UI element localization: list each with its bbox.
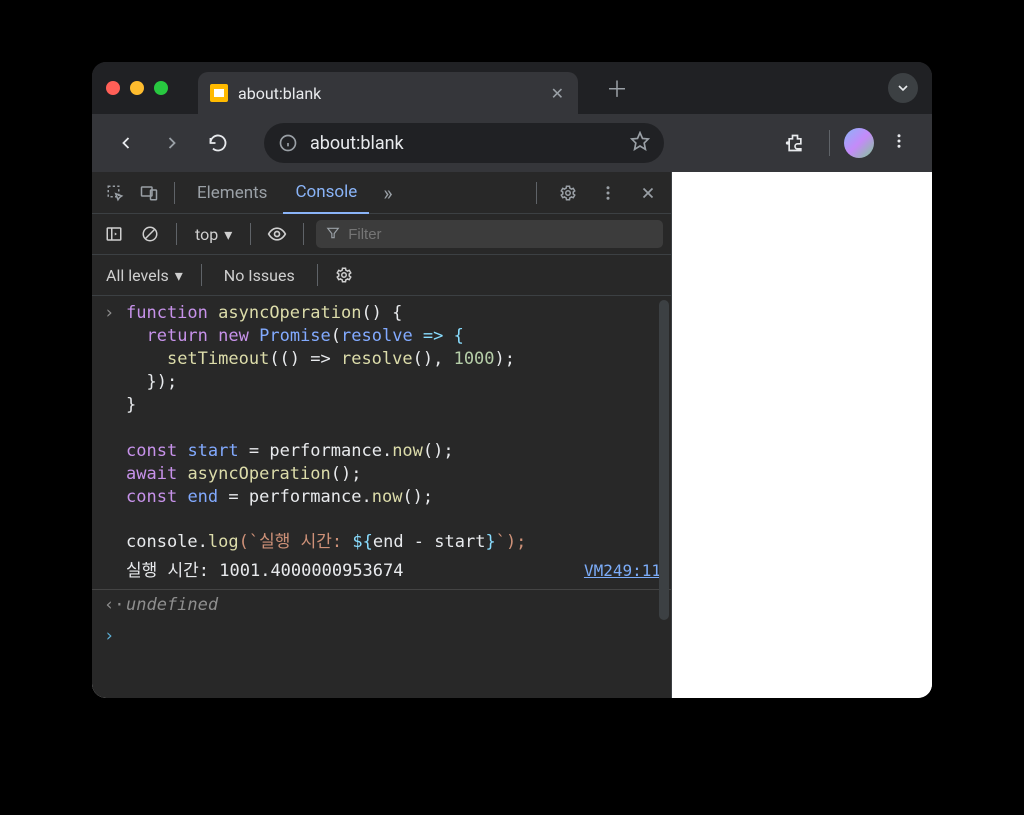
device-toolbar-icon[interactable]: [134, 178, 164, 208]
filter-icon: [326, 225, 340, 244]
console-body[interactable]: › function asyncOperation() { return new…: [92, 296, 671, 698]
address-text: about:blank: [310, 133, 618, 154]
console-toolbar-2: All levels ▾ No Issues: [92, 255, 671, 296]
execution-context-selector[interactable]: top ▾: [189, 225, 238, 244]
content-area: Elements Console »: [92, 172, 932, 698]
browser-window: about:blank ✕ ＋ about:blank: [92, 62, 932, 698]
devtools-settings-icon[interactable]: [553, 178, 583, 208]
return-value: undefined: [126, 594, 218, 617]
address-bar[interactable]: about:blank: [264, 123, 664, 163]
devtools-panel: Elements Console »: [92, 172, 672, 698]
issues-button[interactable]: No Issues: [214, 266, 305, 285]
titlebar: about:blank ✕ ＋: [92, 62, 932, 114]
log-source-link[interactable]: VM249:11: [584, 560, 661, 582]
filter-input[interactable]: [348, 226, 653, 243]
toggle-sidebar-icon[interactable]: [100, 220, 128, 248]
bookmark-star-icon[interactable]: [630, 131, 650, 156]
log-message: 실행 시간: 1001.4000000953674: [126, 560, 404, 583]
console-prompt-row[interactable]: ›: [92, 621, 671, 652]
more-tabs-button[interactable]: »: [373, 181, 402, 205]
tab-console[interactable]: Console: [283, 172, 369, 214]
tabs-dropdown-button[interactable]: [888, 73, 918, 103]
output-chevron-icon: ‹·: [104, 594, 118, 617]
log-levels-label: All levels: [106, 266, 169, 285]
close-window-button[interactable]: [106, 81, 120, 95]
forward-button[interactable]: [152, 123, 192, 163]
filter-box[interactable]: [316, 220, 663, 248]
reload-button[interactable]: [198, 123, 238, 163]
devtools-menu-icon[interactable]: [593, 178, 623, 208]
tab-elements[interactable]: Elements: [185, 172, 279, 214]
minimize-window-button[interactable]: [130, 81, 144, 95]
devtools-close-icon[interactable]: [633, 178, 663, 208]
chevron-down-icon: ▾: [224, 225, 232, 244]
extensions-button[interactable]: [775, 123, 815, 163]
console-settings-icon[interactable]: [330, 261, 358, 289]
live-expression-icon[interactable]: [263, 220, 291, 248]
back-button[interactable]: [106, 123, 146, 163]
console-input-code: function asyncOperation() { return new P…: [126, 302, 663, 554]
browser-tab[interactable]: about:blank ✕: [198, 72, 578, 114]
chevron-down-icon: ▾: [175, 266, 183, 285]
tab-title: about:blank: [238, 84, 541, 103]
profile-avatar[interactable]: [844, 128, 874, 158]
site-info-icon[interactable]: [278, 133, 298, 153]
clear-console-icon[interactable]: [136, 220, 164, 248]
new-tab-button[interactable]: ＋: [606, 72, 628, 104]
prompt-chevron-icon: ›: [104, 625, 118, 648]
maximize-window-button[interactable]: [154, 81, 168, 95]
blank-page[interactable]: [672, 172, 932, 698]
console-log-row: 실행 시간: 1001.4000000953674 VM249:11: [92, 556, 671, 590]
console-return-row: ‹· undefined: [92, 590, 671, 621]
browser-toolbar: about:blank: [92, 114, 932, 172]
tab-favicon-icon: [210, 84, 228, 102]
window-controls: [106, 81, 168, 95]
browser-menu-button[interactable]: [880, 126, 918, 160]
execution-context-label: top: [195, 225, 218, 244]
toolbar-separator: [829, 130, 830, 156]
console-toolbar: top ▾: [92, 214, 671, 255]
console-input-row: › function asyncOperation() { return new…: [92, 300, 671, 556]
inspect-element-icon[interactable]: [100, 178, 130, 208]
devtools-tabstrip: Elements Console »: [92, 172, 671, 214]
log-levels-selector[interactable]: All levels ▾: [100, 266, 189, 285]
scrollbar[interactable]: [659, 300, 669, 620]
input-chevron-icon: ›: [104, 302, 118, 325]
tab-close-button[interactable]: ✕: [551, 84, 564, 103]
